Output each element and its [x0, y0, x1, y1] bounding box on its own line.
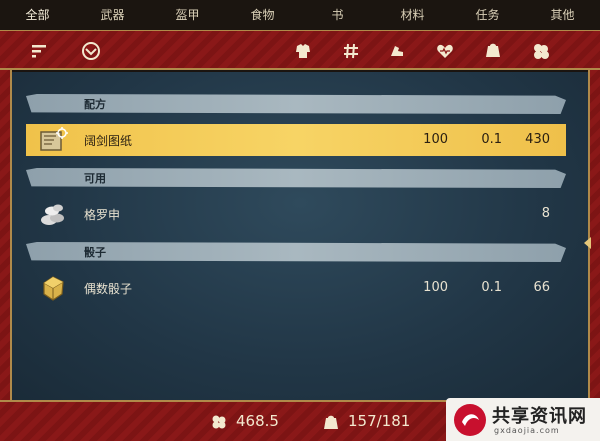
item-value-3: 430 — [525, 132, 550, 147]
weight-value: 157/181 — [348, 412, 411, 430]
item-value-2: 0.1 — [481, 280, 502, 295]
inventory-panel: 配方 阔剑图纸 100 0.1 430 可用 格罗申 8 骰子 偶数骰子 100… — [12, 72, 588, 400]
tab-materials[interactable]: 材料 — [375, 0, 450, 30]
category-tabs: 全部 武器 盔甲 食物 书 材料 任务 其他 — [0, 0, 600, 30]
dice-icon — [38, 274, 68, 302]
item-name: 偶数骰子 — [84, 282, 133, 296]
strength-icon[interactable] — [386, 40, 408, 62]
item-value-1: 100 — [423, 132, 448, 147]
tab-other[interactable]: 其他 — [525, 0, 600, 30]
section-header-usable: 可用 — [26, 168, 566, 188]
section-label: 骰子 — [84, 246, 106, 259]
tab-food[interactable]: 食物 — [225, 0, 300, 30]
gold-icon — [212, 415, 226, 429]
tab-armor[interactable]: 盔甲 — [150, 0, 225, 30]
item-name: 格罗申 — [84, 208, 121, 222]
watermark-icon — [454, 404, 486, 436]
filter-icon[interactable] — [80, 40, 102, 62]
watermark-logo: 共享资讯网 gxdaojia.com — [446, 398, 600, 441]
armor-icon[interactable] — [292, 40, 314, 62]
section-label: 可用 — [84, 172, 106, 185]
tab-books[interactable]: 书 — [300, 0, 375, 30]
tab-quests[interactable]: 任务 — [450, 0, 525, 30]
list-item[interactable]: 偶数骰子 100 0.1 66 — [26, 272, 566, 304]
coin-pile-icon — [38, 200, 68, 228]
item-value-1: 100 — [423, 280, 448, 295]
weight-icon — [324, 415, 338, 429]
scroll-arrow-icon[interactable] — [582, 236, 592, 250]
watermark-url: gxdaojia.com — [494, 426, 560, 435]
filter-toolbar — [0, 30, 600, 70]
tab-all[interactable]: 全部 — [0, 0, 75, 30]
hash-icon[interactable] — [340, 40, 362, 62]
item-value-3: 66 — [533, 280, 550, 295]
sort-icon[interactable] — [28, 40, 50, 62]
heart-icon[interactable] — [434, 40, 456, 62]
list-item[interactable]: 阔剑图纸 100 0.1 430 — [26, 124, 566, 156]
item-name: 阔剑图纸 — [84, 134, 133, 148]
section-label: 配方 — [84, 98, 106, 111]
right-frame — [588, 70, 600, 400]
money-value: 468.5 — [236, 412, 279, 430]
gold-icon[interactable] — [530, 40, 552, 62]
left-frame — [0, 70, 12, 400]
section-header-recipes: 配方 — [26, 94, 566, 114]
watermark-title: 共享资讯网 — [492, 406, 587, 427]
list-item[interactable]: 格罗申 8 — [26, 198, 566, 230]
item-value-3: 8 — [541, 206, 550, 221]
tab-weapons[interactable]: 武器 — [75, 0, 150, 30]
blueprint-icon — [38, 126, 68, 154]
item-value-2: 0.1 — [481, 132, 502, 147]
section-header-dice: 骰子 — [26, 242, 566, 262]
weight-icon[interactable] — [482, 40, 504, 62]
